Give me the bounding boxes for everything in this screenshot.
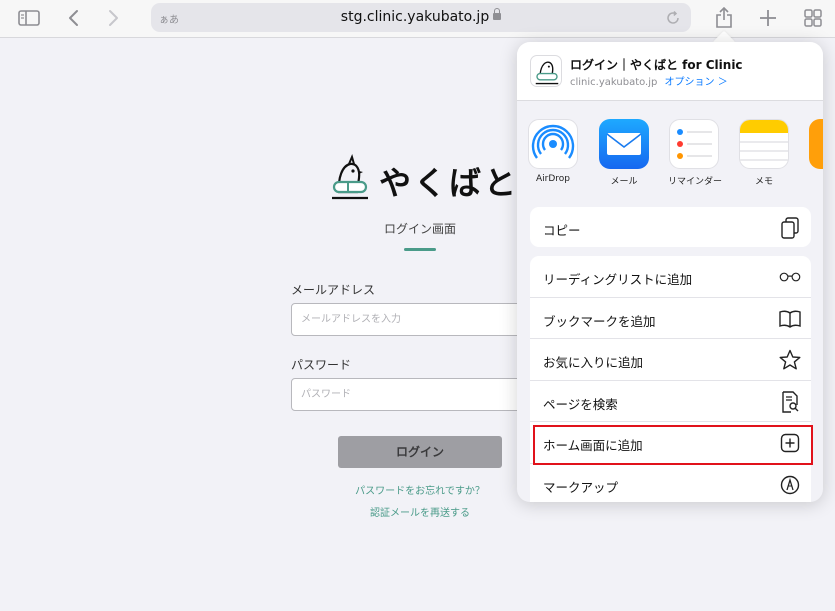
share-app-label: メモ	[754, 177, 773, 187]
mail-icon	[599, 119, 649, 169]
back-icon[interactable]	[60, 6, 86, 30]
share-app-label: メール	[610, 177, 638, 187]
new-tab-icon[interactable]	[755, 6, 781, 30]
email-field[interactable]: メールアドレスを入力	[291, 303, 531, 336]
action-label: ページを検索	[543, 396, 618, 412]
glasses-icon	[779, 266, 801, 288]
copy-group: コピー	[530, 207, 811, 247]
share-apps-row: AirDrop メール リマインダー メモ	[517, 102, 823, 197]
notes-icon	[739, 119, 789, 169]
action-label: コピー	[543, 223, 581, 238]
share-app-reminders[interactable]: リマインダー	[668, 119, 723, 187]
app-icon	[809, 119, 823, 169]
resend-email-link[interactable]: 認証メールを再送する	[330, 504, 510, 519]
address-bar[interactable]: ぁあ stg.clinic.yakubato.jp	[151, 3, 691, 32]
options-link[interactable]: オプション ＞	[665, 77, 728, 88]
add-bookmark-action[interactable]: ブックマークを追加	[530, 298, 811, 339]
url-text: stg.clinic.yakubato.jp	[340, 9, 490, 25]
add-to-reading-list-action[interactable]: リーディングリストに追加	[530, 256, 811, 298]
forgot-password-link[interactable]: パスワードをお忘れですか？	[330, 482, 510, 497]
title-underline	[404, 248, 436, 251]
login-button[interactable]: ログイン	[338, 436, 502, 468]
share-app-mail[interactable]: メール	[598, 119, 650, 187]
share-app-more[interactable]	[808, 119, 823, 174]
yakubato-logo: やくばと	[330, 154, 530, 204]
action-label: ブックマークを追加	[543, 313, 656, 329]
add-favorite-action[interactable]: お気に入りに追加	[530, 339, 811, 381]
copy-icon	[779, 217, 801, 239]
bird-logo-icon	[332, 154, 368, 200]
action-label: お気に入りに追加	[543, 355, 644, 370]
share-app-airdrop[interactable]: AirDrop	[527, 119, 579, 184]
highlight-box	[533, 425, 813, 465]
actions-group: リーディングリストに追加 ブックマークを追加 お気に入りに追加 ページを検索 ホ…	[530, 256, 811, 502]
action-label: マークアップ	[543, 479, 619, 495]
copy-action[interactable]: コピー	[530, 207, 811, 247]
password-label: パスワード	[291, 358, 352, 372]
action-label: リーディングリストに追加	[543, 272, 693, 287]
share-page-title: ログイン｜やくばと for Clinic	[570, 58, 743, 72]
share-icon[interactable]	[711, 6, 737, 30]
markup-icon	[779, 474, 801, 496]
share-app-notes[interactable]: メモ	[738, 119, 790, 187]
logo-text: やくばと	[379, 164, 520, 202]
find-on-page-action[interactable]: ページを検索	[530, 381, 811, 422]
browser-toolbar: ぁあ stg.clinic.yakubato.jp	[0, 0, 835, 38]
share-app-label: リマインダー	[668, 177, 723, 187]
page-title: ログイン画面	[383, 222, 456, 236]
share-page-domain: clinic.yakubato.jp	[570, 77, 658, 88]
lock-icon	[493, 8, 502, 20]
share-sheet-header: ログイン｜やくばと for Clinic clinic.yakubato.jp …	[517, 42, 823, 101]
book-icon	[779, 308, 801, 330]
site-favicon-icon	[530, 55, 562, 87]
sidebar-icon[interactable]	[16, 6, 42, 30]
markup-action[interactable]: マークアップ	[530, 464, 811, 503]
share-app-label: AirDrop	[535, 174, 570, 184]
password-field[interactable]: パスワード	[291, 378, 531, 411]
airdrop-icon	[528, 119, 578, 169]
reminders-icon	[669, 119, 719, 169]
star-icon	[779, 349, 801, 371]
forward-icon[interactable]	[101, 6, 127, 30]
reload-icon[interactable]	[665, 10, 681, 26]
email-label: メールアドレス	[291, 283, 376, 297]
tabs-overview-icon[interactable]	[800, 6, 826, 30]
find-in-page-icon	[779, 390, 801, 413]
